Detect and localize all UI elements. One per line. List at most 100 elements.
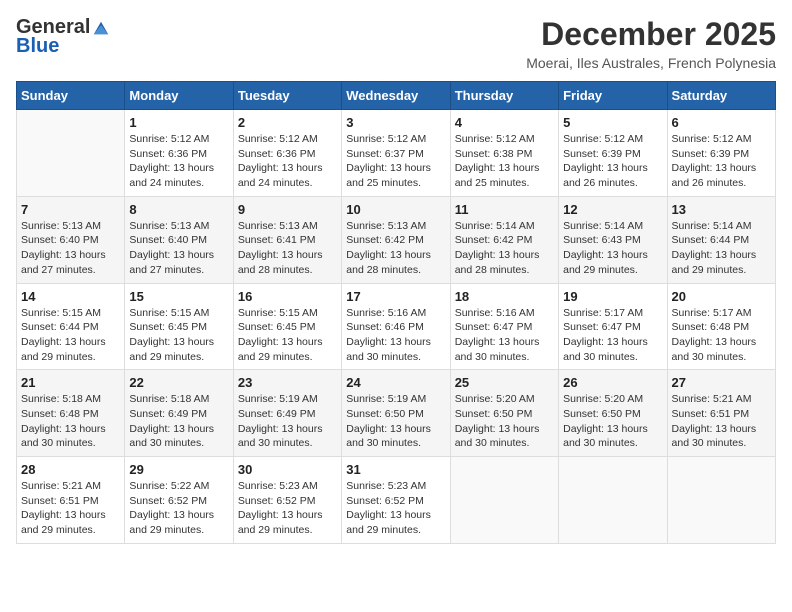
day-info: Sunrise: 5:12 AMSunset: 6:36 PMDaylight:… [129, 132, 228, 191]
calendar-cell: 15 Sunrise: 5:15 AMSunset: 6:45 PMDayligh… [125, 283, 233, 370]
day-number: 6 [672, 115, 771, 130]
day-info: Sunrise: 5:12 AMSunset: 6:39 PMDaylight:… [563, 132, 662, 191]
calendar-cell: 1 Sunrise: 5:12 AMSunset: 6:36 PMDaylight… [125, 110, 233, 197]
calendar-week-row: 1 Sunrise: 5:12 AMSunset: 6:36 PMDaylight… [17, 110, 776, 197]
day-number: 8 [129, 202, 228, 217]
calendar-cell: 24 Sunrise: 5:19 AMSunset: 6:50 PMDayligh… [342, 370, 450, 457]
day-info: Sunrise: 5:13 AMSunset: 6:40 PMDaylight:… [21, 219, 120, 278]
calendar-cell [667, 457, 775, 544]
day-info: Sunrise: 5:18 AMSunset: 6:49 PMDaylight:… [129, 392, 228, 451]
day-info: Sunrise: 5:12 AMSunset: 6:36 PMDaylight:… [238, 132, 337, 191]
day-info: Sunrise: 5:18 AMSunset: 6:48 PMDaylight:… [21, 392, 120, 451]
day-number: 13 [672, 202, 771, 217]
calendar-cell: 29 Sunrise: 5:22 AMSunset: 6:52 PMDayligh… [125, 457, 233, 544]
calendar-cell: 21 Sunrise: 5:18 AMSunset: 6:48 PMDayligh… [17, 370, 125, 457]
day-number: 12 [563, 202, 662, 217]
day-info: Sunrise: 5:17 AMSunset: 6:48 PMDaylight:… [672, 306, 771, 365]
calendar-cell: 28 Sunrise: 5:21 AMSunset: 6:51 PMDayligh… [17, 457, 125, 544]
calendar-cell [17, 110, 125, 197]
weekday-header-sunday: Sunday [17, 82, 125, 110]
calendar-cell: 14 Sunrise: 5:15 AMSunset: 6:44 PMDayligh… [17, 283, 125, 370]
day-info: Sunrise: 5:16 AMSunset: 6:47 PMDaylight:… [455, 306, 554, 365]
day-info: Sunrise: 5:14 AMSunset: 6:42 PMDaylight:… [455, 219, 554, 278]
calendar-cell: 3 Sunrise: 5:12 AMSunset: 6:37 PMDaylight… [342, 110, 450, 197]
month-title: December 2025 [526, 16, 776, 53]
calendar-cell: 4 Sunrise: 5:12 AMSunset: 6:38 PMDaylight… [450, 110, 558, 197]
calendar-week-row: 14 Sunrise: 5:15 AMSunset: 6:44 PMDayligh… [17, 283, 776, 370]
weekday-header-friday: Friday [559, 82, 667, 110]
day-info: Sunrise: 5:15 AMSunset: 6:45 PMDaylight:… [238, 306, 337, 365]
day-number: 10 [346, 202, 445, 217]
weekday-header-tuesday: Tuesday [233, 82, 341, 110]
day-number: 30 [238, 462, 337, 477]
weekday-header-row: SundayMondayTuesdayWednesdayThursdayFrid… [17, 82, 776, 110]
day-info: Sunrise: 5:12 AMSunset: 6:37 PMDaylight:… [346, 132, 445, 191]
day-number: 11 [455, 202, 554, 217]
calendar-cell: 19 Sunrise: 5:17 AMSunset: 6:47 PMDayligh… [559, 283, 667, 370]
calendar-week-row: 28 Sunrise: 5:21 AMSunset: 6:51 PMDayligh… [17, 457, 776, 544]
day-info: Sunrise: 5:15 AMSunset: 6:45 PMDaylight:… [129, 306, 228, 365]
calendar-cell: 25Sunrise: 5:20 AMSunset: 6:50 PMDayligh… [450, 370, 558, 457]
calendar-cell: 30Sunrise: 5:23 AMSunset: 6:52 PMDayligh… [233, 457, 341, 544]
day-number: 22 [129, 375, 228, 390]
day-info: Sunrise: 5:21 AMSunset: 6:51 PMDaylight:… [21, 479, 120, 538]
day-info: Sunrise: 5:13 AMSunset: 6:41 PMDaylight:… [238, 219, 337, 278]
day-info: Sunrise: 5:17 AMSunset: 6:47 PMDaylight:… [563, 306, 662, 365]
day-number: 19 [563, 289, 662, 304]
calendar-cell: 13Sunrise: 5:14 AMSunset: 6:44 PMDayligh… [667, 196, 775, 283]
calendar-cell: 8 Sunrise: 5:13 AMSunset: 6:40 PMDaylight… [125, 196, 233, 283]
calendar-cell: 12 Sunrise: 5:14 AMSunset: 6:43 PMDayligh… [559, 196, 667, 283]
page-header: General Blue December 2025 Moerai, Iles … [16, 16, 776, 71]
day-info: Sunrise: 5:13 AMSunset: 6:40 PMDaylight:… [129, 219, 228, 278]
day-number: 3 [346, 115, 445, 130]
day-info: Sunrise: 5:23 AMSunset: 6:52 PMDaylight:… [346, 479, 445, 538]
logo-blue: Blue [16, 35, 59, 58]
day-number: 24 [346, 375, 445, 390]
day-info: Sunrise: 5:20 AMSunset: 6:50 PMDaylight:… [455, 392, 554, 451]
day-info: Sunrise: 5:13 AMSunset: 6:42 PMDaylight:… [346, 219, 445, 278]
day-number: 29 [129, 462, 228, 477]
day-number: 31 [346, 462, 445, 477]
calendar-cell: 2Sunrise: 5:12 AMSunset: 6:36 PMDaylight… [233, 110, 341, 197]
day-number: 14 [21, 289, 120, 304]
day-number: 27 [672, 375, 771, 390]
day-number: 15 [129, 289, 228, 304]
day-number: 28 [21, 462, 120, 477]
calendar-cell: 11 Sunrise: 5:14 AMSunset: 6:42 PMDayligh… [450, 196, 558, 283]
day-number: 7 [21, 202, 120, 217]
weekday-header-monday: Monday [125, 82, 233, 110]
day-number: 26 [563, 375, 662, 390]
calendar-cell [559, 457, 667, 544]
day-number: 1 [129, 115, 228, 130]
day-number: 5 [563, 115, 662, 130]
calendar-cell: 9 Sunrise: 5:13 AMSunset: 6:41 PMDaylight… [233, 196, 341, 283]
calendar-cell: 31 Sunrise: 5:23 AMSunset: 6:52 PMDayligh… [342, 457, 450, 544]
calendar-cell: 17 Sunrise: 5:16 AMSunset: 6:46 PMDayligh… [342, 283, 450, 370]
day-number: 9 [238, 202, 337, 217]
weekday-header-wednesday: Wednesday [342, 82, 450, 110]
calendar-cell: 16Sunrise: 5:15 AMSunset: 6:45 PMDayligh… [233, 283, 341, 370]
calendar-cell: 27Sunrise: 5:21 AMSunset: 6:51 PMDayligh… [667, 370, 775, 457]
day-info: Sunrise: 5:15 AMSunset: 6:44 PMDaylight:… [21, 306, 120, 365]
day-info: Sunrise: 5:16 AMSunset: 6:46 PMDaylight:… [346, 306, 445, 365]
calendar-cell: 18Sunrise: 5:16 AMSunset: 6:47 PMDayligh… [450, 283, 558, 370]
day-number: 23 [238, 375, 337, 390]
day-info: Sunrise: 5:12 AMSunset: 6:38 PMDaylight:… [455, 132, 554, 191]
day-info: Sunrise: 5:14 AMSunset: 6:43 PMDaylight:… [563, 219, 662, 278]
calendar-week-row: 21 Sunrise: 5:18 AMSunset: 6:48 PMDayligh… [17, 370, 776, 457]
calendar-cell: 23Sunrise: 5:19 AMSunset: 6:49 PMDayligh… [233, 370, 341, 457]
day-info: Sunrise: 5:22 AMSunset: 6:52 PMDaylight:… [129, 479, 228, 538]
calendar-cell: 6Sunrise: 5:12 AMSunset: 6:39 PMDaylight… [667, 110, 775, 197]
weekday-header-saturday: Saturday [667, 82, 775, 110]
logo-icon [92, 19, 110, 37]
day-info: Sunrise: 5:19 AMSunset: 6:50 PMDaylight:… [346, 392, 445, 451]
day-info: Sunrise: 5:20 AMSunset: 6:50 PMDaylight:… [563, 392, 662, 451]
day-number: 17 [346, 289, 445, 304]
day-number: 21 [21, 375, 120, 390]
calendar-cell: 5 Sunrise: 5:12 AMSunset: 6:39 PMDaylight… [559, 110, 667, 197]
calendar-cell [450, 457, 558, 544]
calendar-cell: 20 Sunrise: 5:17 AMSunset: 6:48 PMDayligh… [667, 283, 775, 370]
day-number: 20 [672, 289, 771, 304]
day-number: 4 [455, 115, 554, 130]
calendar-cell: 7 Sunrise: 5:13 AMSunset: 6:40 PMDaylight… [17, 196, 125, 283]
